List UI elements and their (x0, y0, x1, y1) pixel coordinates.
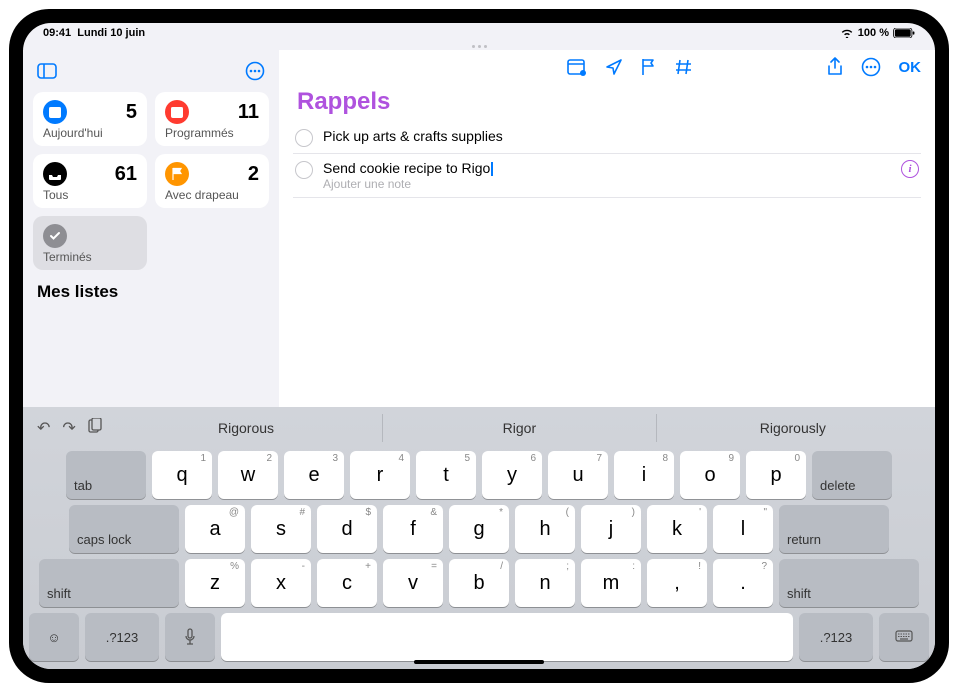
done-button[interactable]: OK (899, 59, 922, 76)
smart-label: Programmés (165, 126, 259, 140)
key-.[interactable]: ?. (713, 559, 773, 607)
smart-label: Avec drapeau (165, 188, 259, 202)
cal-icon: 10 (43, 100, 67, 124)
reminder-title[interactable]: Send cookie recipe to Rigo (323, 160, 891, 176)
smart-card-programms[interactable]: 10 11 Programmés (155, 92, 269, 146)
tag-button[interactable] (675, 58, 693, 76)
key-r[interactable]: 4r (350, 451, 410, 499)
undo-button[interactable]: ↶ (37, 418, 50, 439)
key-y[interactable]: 6y (482, 451, 542, 499)
redo-button[interactable]: ↷ (62, 418, 75, 439)
home-indicator[interactable] (414, 660, 544, 664)
key-u[interactable]: 7u (548, 451, 608, 499)
key-c[interactable]: +c (317, 559, 377, 607)
svg-text:10: 10 (51, 111, 59, 118)
smart-label: Terminés (43, 250, 137, 264)
key-e[interactable]: 3e (284, 451, 344, 499)
wifi-icon (840, 28, 854, 38)
key-x[interactable]: -x (251, 559, 311, 607)
key-hide-keyboard[interactable] (879, 613, 929, 661)
clipboard-button[interactable] (88, 418, 102, 439)
key-,[interactable]: !, (647, 559, 707, 607)
list-more-button[interactable] (861, 57, 881, 77)
key-symbols-right[interactable]: .?123 (799, 613, 873, 661)
key-emoji[interactable]: ☺ (29, 613, 79, 661)
keyboard: ↶ ↷ RigorousRigorRigorously tab1q2w3e4r5… (23, 407, 935, 669)
key-k[interactable]: 'k (647, 505, 707, 553)
reminder-row[interactable]: Send cookie recipe to RigoAjouter une no… (293, 154, 921, 198)
check-icon (43, 224, 67, 248)
tray-icon (43, 162, 67, 186)
key-space[interactable] (221, 613, 793, 661)
key-shift-left[interactable]: shift (39, 559, 179, 607)
key-symbols-left[interactable]: .?123 (85, 613, 159, 661)
key-delete[interactable]: delete (812, 451, 892, 499)
prediction[interactable]: Rigorously (656, 414, 929, 442)
key-n[interactable]: ;n (515, 559, 575, 607)
smart-label: Tous (43, 188, 137, 202)
key-m[interactable]: :m (581, 559, 641, 607)
smart-label: Aujourd'hui (43, 126, 137, 140)
prediction[interactable]: Rigor (382, 414, 655, 442)
key-h[interactable]: (h (515, 505, 575, 553)
key-q[interactable]: 1q (152, 451, 212, 499)
calendar-button[interactable] (567, 58, 587, 76)
flag-icon (165, 162, 189, 186)
key-d[interactable]: $d (317, 505, 377, 553)
toggle-sidebar-button[interactable] (33, 57, 61, 85)
key-w[interactable]: 2w (218, 451, 278, 499)
smart-card-avecdrapeau[interactable]: 2 Avec drapeau (155, 154, 269, 208)
key-i[interactable]: 8i (614, 451, 674, 499)
main-pane: OK Rappels Pick up arts & crafts supplie… (279, 50, 935, 407)
smart-card-aujourdhui[interactable]: 10 5 Aujourd'hui (33, 92, 147, 146)
smart-count: 2 (248, 163, 259, 186)
cal-icon: 10 (165, 100, 189, 124)
complete-toggle[interactable] (295, 129, 313, 147)
location-button[interactable] (605, 58, 623, 76)
reminder-note-placeholder[interactable]: Ajouter une note (323, 177, 891, 191)
key-v[interactable]: =v (383, 559, 443, 607)
key-dictation[interactable] (165, 613, 215, 661)
key-g[interactable]: *g (449, 505, 509, 553)
key-l[interactable]: "l (713, 505, 773, 553)
prediction[interactable]: Rigorous (110, 414, 382, 442)
status-time: 09:41 (43, 27, 71, 39)
smart-count: 5 (126, 101, 137, 124)
key-s[interactable]: #s (251, 505, 311, 553)
list-title: Rappels (297, 88, 921, 116)
smart-count: 11 (238, 101, 259, 124)
battery-pct: 100 % (858, 27, 889, 39)
smart-card-tous[interactable]: 61 Tous (33, 154, 147, 208)
smart-card-termins[interactable]: Terminés (33, 216, 147, 270)
key-t[interactable]: 5t (416, 451, 476, 499)
reminder-title[interactable]: Pick up arts & crafts supplies (323, 128, 919, 144)
battery-icon (893, 28, 915, 38)
key-tab[interactable]: tab (66, 451, 146, 499)
more-button[interactable] (241, 57, 269, 85)
reminder-row[interactable]: Pick up arts & crafts supplies (293, 122, 921, 154)
status-date: Lundi 10 juin (77, 27, 145, 39)
sidebar: 10 5 Aujourd'hui 10 11 Programmés 61 Tous 2 Avec … (23, 50, 279, 407)
sidebar-section-header: Mes listes (33, 282, 269, 302)
key-a[interactable]: @a (185, 505, 245, 553)
info-button[interactable]: i (901, 160, 919, 178)
share-button[interactable] (827, 57, 843, 77)
key-shift-right[interactable]: shift (779, 559, 919, 607)
key-o[interactable]: 9o (680, 451, 740, 499)
svg-text:10: 10 (173, 111, 181, 118)
key-z[interactable]: %z (185, 559, 245, 607)
complete-toggle[interactable] (295, 161, 313, 179)
flag-button[interactable] (641, 58, 657, 76)
key-capslock[interactable]: caps lock (69, 505, 179, 553)
key-f[interactable]: &f (383, 505, 443, 553)
smart-count: 61 (115, 163, 137, 186)
key-p[interactable]: 0p (746, 451, 806, 499)
key-return[interactable]: return (779, 505, 889, 553)
status-bar: 09:41 Lundi 10 juin 100 % (23, 23, 935, 43)
key-b[interactable]: /b (449, 559, 509, 607)
key-j[interactable]: )j (581, 505, 641, 553)
multitask-handle[interactable] (23, 43, 935, 50)
